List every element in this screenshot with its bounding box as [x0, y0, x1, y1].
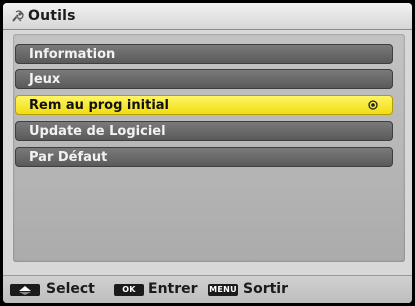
tv-screen: Outils Information Jeux Rem au prog init… — [0, 0, 415, 306]
menu-item-par-defaut[interactable]: Par Défaut — [15, 147, 393, 167]
menu-item-information[interactable]: Information — [15, 44, 393, 64]
footer-hint-entrer: Entrer — [148, 281, 198, 297]
ok-key-icon: OK — [114, 284, 144, 296]
footer-hint-select: Select — [46, 281, 95, 297]
menu-item-label: Par Défaut — [29, 150, 108, 165]
menu-item-label: Jeux — [29, 72, 61, 87]
menu-item-label: Update de Logiciel — [29, 124, 166, 139]
tools-menu-panel: Outils Information Jeux Rem au prog init… — [3, 3, 412, 303]
title-bar: Outils — [3, 3, 412, 30]
up-down-arrows-icon — [10, 284, 40, 296]
footer-hint-bar: Select OK Entrer MENU Sortir — [3, 275, 412, 303]
tools-icon — [12, 10, 24, 22]
page-title: Outils — [28, 8, 76, 24]
menu-item-label: Information — [29, 47, 116, 62]
footer-hint-sortir: Sortir — [243, 281, 289, 297]
menu-item-update-de-logiciel[interactable]: Update de Logiciel — [15, 121, 393, 141]
menu-item-rem-au-prog-initial[interactable]: Rem au prog initial — [15, 95, 393, 115]
menu-item-label: Rem au prog initial — [29, 98, 169, 113]
radio-selected-icon — [368, 100, 378, 110]
menu-key-icon: MENU — [208, 284, 238, 296]
menu-item-jeux[interactable]: Jeux — [15, 69, 393, 89]
